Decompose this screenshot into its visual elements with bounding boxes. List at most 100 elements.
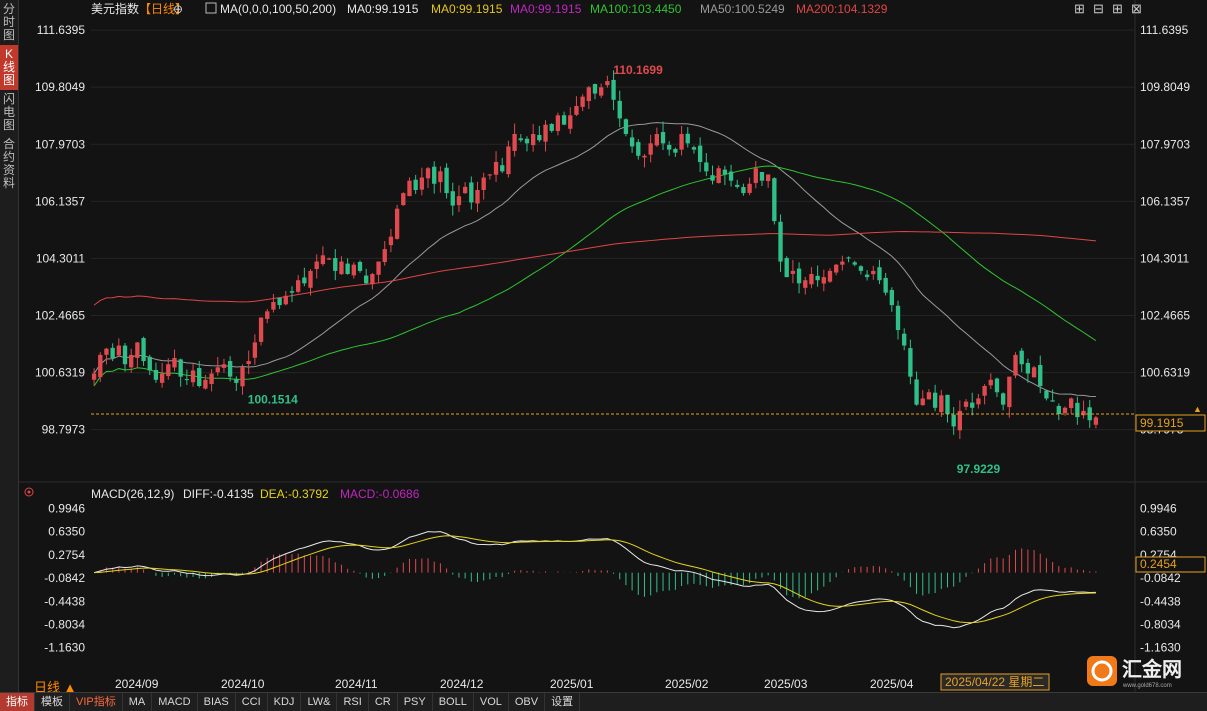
candle-body <box>444 167 449 194</box>
indicator-tab-10[interactable]: CR <box>369 693 398 711</box>
indicator-tab-11[interactable]: PSY <box>398 693 433 711</box>
candle-body <box>772 178 777 222</box>
date-tick: 2024/09 <box>115 677 159 691</box>
brand-logo: 汇金网 www.gold678.com <box>1086 654 1206 690</box>
candle-body <box>98 354 103 378</box>
candlesticks <box>91 70 1099 440</box>
price-tick-right: 106.1357 <box>1140 194 1190 208</box>
indicator-tab-3[interactable]: MA <box>123 693 153 711</box>
macd-tick-left: 0.9946 <box>48 502 85 516</box>
sidebar-tab-0[interactable]: 分时图 <box>0 0 18 45</box>
minimize-icon[interactable]: ⊟ <box>1093 1 1104 16</box>
maximize-icon[interactable]: ⊞ <box>1074 1 1085 16</box>
candle-body <box>549 124 554 131</box>
price-tick-right: 104.3011 <box>1140 251 1189 265</box>
candle-body <box>895 305 901 330</box>
indicator-tab-9[interactable]: RSI <box>337 693 369 711</box>
candle-body <box>333 258 338 271</box>
settings-icon[interactable]: ⊕ <box>173 2 183 16</box>
indicator-tab-12[interactable]: BOLL <box>433 693 474 711</box>
kline-chart[interactable]: 美元指数 【日线】 ⊕ MA(0,0,0,100,50,200) MA0:99.… <box>19 0 1207 692</box>
current-price-value: 99.1915 <box>1140 416 1184 430</box>
candle-body <box>568 115 573 129</box>
candle-body <box>394 208 400 239</box>
close-icon[interactable]: ⊠ <box>1131 1 1142 16</box>
indicator-tab-7[interactable]: KDJ <box>268 693 302 711</box>
indicator-tab-4[interactable]: MACD <box>152 693 198 711</box>
price-tick-right: 111.6395 <box>1140 23 1189 37</box>
candle-body <box>1044 390 1049 399</box>
candle-body <box>487 174 493 176</box>
macd-axis-left: 0.9946 0.6350 0.2754 -0.0842 -0.4438 -0.8034 -… <box>44 502 85 655</box>
price-tick-left: 109.8049 <box>35 80 85 94</box>
macd-tick-left: 0.2754 <box>48 548 85 562</box>
candle-body <box>710 175 715 181</box>
sidebar-tab-2[interactable]: 闪电图 <box>0 90 18 135</box>
candle-body <box>697 145 703 162</box>
price-tick-right: 109.8049 <box>1140 80 1190 94</box>
sidebar-tab-1[interactable]: K线图 <box>0 45 18 90</box>
macd-tick-right: -0.8034 <box>1140 617 1181 631</box>
indicator-tab-2[interactable]: VIP指标 <box>70 693 123 711</box>
candle-body <box>172 358 177 368</box>
indicator-tab-1[interactable]: 模板 <box>35 693 70 711</box>
candle-body <box>815 275 820 281</box>
macd-tick-left: -1.1630 <box>44 641 85 655</box>
candle-body <box>939 395 944 413</box>
candle-body <box>963 401 969 407</box>
candle-body <box>221 364 227 368</box>
price-tick-left: 98.7973 <box>42 423 86 437</box>
candle-body <box>821 277 826 284</box>
candle-body <box>308 270 313 288</box>
candle-body <box>413 179 418 190</box>
indicator-tab-6[interactable]: CCI <box>236 693 268 711</box>
candle-body <box>129 354 134 368</box>
candle-body <box>215 367 220 373</box>
indicator-tab-8[interactable]: LW& <box>301 693 338 711</box>
candle-body <box>691 147 697 150</box>
price-tick-right: 100.6319 <box>1140 366 1190 380</box>
candle-body <box>1062 407 1068 413</box>
candle-body <box>370 274 375 285</box>
price-tick-left: 107.9703 <box>35 137 85 151</box>
candle-body <box>611 79 616 100</box>
candle-body <box>1019 350 1024 365</box>
candle-body <box>586 87 591 102</box>
indicator-tab-14[interactable]: OBV <box>509 693 546 711</box>
candle-body <box>469 182 474 203</box>
macd-tick-left: -0.0842 <box>44 571 85 585</box>
candle-body <box>190 370 196 383</box>
ma-label: MA(0,0,0,100,50,200) <box>220 2 336 16</box>
ma100-line <box>93 165 1097 387</box>
macd-label: MACD(26,12,9) <box>91 487 174 501</box>
candle-body <box>159 373 165 383</box>
candle-body <box>592 84 598 94</box>
ma-value-1: MA0:99.1915 <box>431 2 503 16</box>
price-tick-right: 102.4665 <box>1140 308 1190 322</box>
macd-close-icon-dot <box>27 490 31 494</box>
layout-icon[interactable]: ⊞ <box>1112 1 1123 16</box>
candle-body <box>976 398 981 405</box>
indicator-tab-13[interactable]: VOL <box>474 693 509 711</box>
candle-body <box>1056 406 1061 414</box>
ma-toggle-icon[interactable] <box>205 2 217 14</box>
candle-body <box>889 290 894 306</box>
indicator-tab-15[interactable]: 设置 <box>545 693 581 711</box>
candle-body <box>629 137 635 147</box>
instrument-name: 美元指数 <box>91 1 139 16</box>
date-tick: 2025/03 <box>764 677 808 691</box>
sidebar: 分时图 K线图 闪电图 合约资料 <box>0 0 19 710</box>
candle-body <box>314 261 319 270</box>
indicator-tab-5[interactable]: BIAS <box>198 693 236 711</box>
moving-average-lines <box>93 122 1097 398</box>
indicator-tab-0[interactable]: 指标 <box>0 693 35 711</box>
ma-value-4: MA50:100.5249 <box>700 2 785 16</box>
candle-body <box>914 379 919 405</box>
date-axis: 2024/09 2024/10 2024/11 2024/12 2025/01 2025/… <box>115 677 914 691</box>
candle-body <box>753 168 758 183</box>
macd-tick-right: 0.9946 <box>1140 502 1177 516</box>
candle-body <box>796 268 802 284</box>
candle-body <box>493 162 499 175</box>
candle-body <box>685 133 690 144</box>
sidebar-tab-3[interactable]: 合约资料 <box>0 135 18 193</box>
